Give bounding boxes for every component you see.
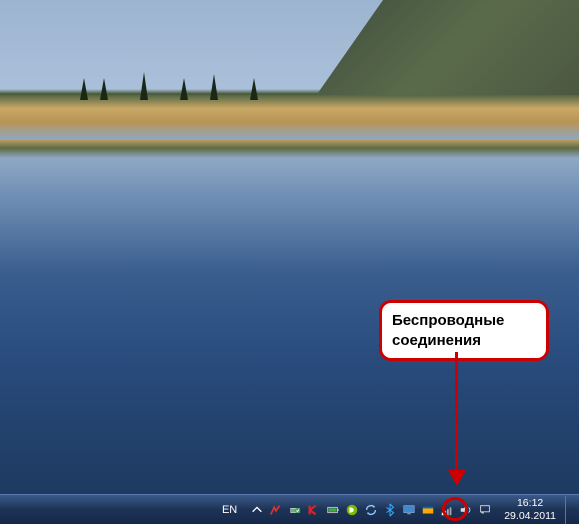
wallpaper-tree <box>140 72 148 100</box>
monitor-icon[interactable] <box>401 502 417 518</box>
safely-remove-icon[interactable] <box>287 502 303 518</box>
clock[interactable]: 16:12 29.04.2011 <box>496 497 560 522</box>
wallpaper-tree <box>210 74 218 100</box>
network-wireless-icon[interactable] <box>439 502 455 518</box>
clock-time: 16:12 <box>504 497 556 510</box>
nvidia-icon[interactable] <box>344 502 360 518</box>
battery-icon[interactable] <box>325 502 341 518</box>
annotation-arrow <box>455 352 458 472</box>
show-desktop-button[interactable] <box>565 496 573 524</box>
bluetooth-icon[interactable] <box>382 502 398 518</box>
show-hidden-icon[interactable] <box>249 502 265 518</box>
sync-icon[interactable] <box>363 502 379 518</box>
volume-icon[interactable] <box>458 502 474 518</box>
wallpaper-tree <box>180 78 188 100</box>
taskbar: EN 16:12 29.04.2011 <box>0 494 579 524</box>
action-center-icon[interactable] <box>477 502 493 518</box>
wallpaper-tree <box>80 78 88 100</box>
callout-line: соединения <box>392 331 536 351</box>
clock-date: 29.04.2011 <box>504 510 556 523</box>
callout-line: Беспроводные <box>392 311 536 331</box>
pppoe-icon[interactable] <box>268 502 284 518</box>
annotation-callout: Беспроводные соединения <box>379 300 549 361</box>
kaspersky-icon[interactable] <box>306 502 322 518</box>
app-icon[interactable] <box>420 502 436 518</box>
language-indicator[interactable]: EN <box>217 502 242 518</box>
annotation-arrow-head <box>448 470 466 486</box>
wallpaper-tree <box>100 78 108 100</box>
wallpaper-tree <box>250 78 258 100</box>
wallpaper-shore <box>0 95 579 140</box>
desktop-wallpaper[interactable] <box>0 0 579 494</box>
